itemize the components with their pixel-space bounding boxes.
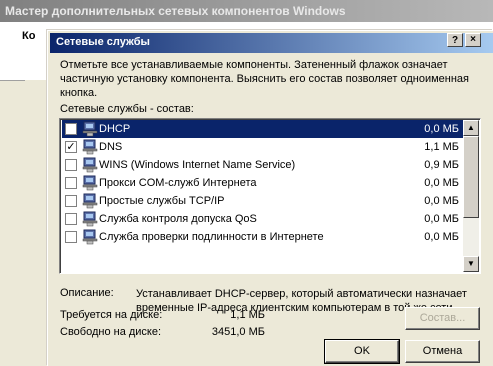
component-checkbox[interactable] — [65, 177, 77, 189]
network-service-icon — [82, 193, 98, 209]
outer-window-heading: Ко — [22, 30, 36, 42]
component-row[interactable]: ✓ DNS 1,1 МБ — [62, 138, 465, 156]
components-listbox[interactable]: DHCP 0,0 МБ ✓ DNS 1,1 МБ WINS (Windows Intern… — [59, 118, 481, 274]
component-checkbox[interactable] — [65, 123, 77, 135]
network-service-icon — [82, 139, 98, 155]
component-size: 0,0 МБ — [424, 231, 459, 243]
network-service-icon — [82, 211, 98, 227]
component-size: 0,0 МБ — [424, 123, 459, 135]
component-checkbox[interactable] — [65, 213, 77, 225]
disk-free-value: 3451,0 МБ — [211, 326, 265, 338]
help-button[interactable]: ? — [447, 33, 463, 47]
scroll-up-button[interactable]: ▲ — [463, 120, 479, 136]
component-name: DHCP — [99, 123, 131, 135]
outer-divider — [0, 80, 25, 81]
component-row[interactable]: Служба проверки подлинности в Интернете 0… — [62, 228, 465, 246]
component-name: Служба контроля допуска QoS — [99, 213, 257, 225]
component-checkbox[interactable] — [65, 159, 77, 171]
component-row[interactable]: WINS (Windows Internet Name Service) 0,9 … — [62, 156, 465, 174]
component-size: 0,0 МБ — [424, 177, 459, 189]
component-size: 0,9 МБ — [424, 159, 459, 171]
component-name: Прокси COM-служб Интернета — [99, 177, 257, 189]
dialog-titlebar: Сетевые службы — [50, 33, 493, 53]
scroll-thumb[interactable] — [463, 136, 479, 218]
ok-button[interactable]: OK — [324, 339, 400, 364]
network-service-icon — [82, 175, 98, 191]
component-size: 1,1 МБ — [424, 141, 459, 153]
network-service-icon — [82, 229, 98, 245]
scroll-down-button[interactable]: ▼ — [463, 256, 479, 272]
dialog-title: Сетевые службы — [56, 36, 150, 48]
component-name: Служба проверки подлинности в Интернете — [99, 231, 324, 243]
disk-required-label: Требуется на диске: — [60, 309, 163, 321]
components-list-label: Сетевые службы - состав: — [60, 103, 194, 115]
cancel-button[interactable]: Отмена — [405, 340, 480, 363]
component-checkbox[interactable] — [65, 195, 77, 207]
component-row[interactable]: Простые службы TCP/IP 0,0 МБ — [62, 192, 465, 210]
network-services-dialog: Сетевые службы ? × Отметьте все устанавл… — [47, 30, 493, 366]
disk-required-value: 1,1 МБ — [230, 309, 265, 321]
component-name: WINS (Windows Internet Name Service) — [99, 159, 296, 171]
component-row[interactable]: Прокси COM-служб Интернета 0,0 МБ — [62, 174, 465, 192]
disk-free-label: Свободно на диске: — [60, 326, 162, 338]
outer-window-title: Мастер дополнительных сетевых компоненто… — [0, 0, 493, 22]
component-name: DNS — [99, 141, 123, 153]
component-checkbox[interactable]: ✓ — [65, 141, 77, 153]
component-name: Простые службы TCP/IP — [99, 195, 225, 207]
vertical-scrollbar[interactable]: ▲ ▼ — [463, 120, 479, 272]
component-row[interactable]: Служба контроля допуска QoS 0,0 МБ — [62, 210, 465, 228]
instructions-text: Отметьте все устанавливаемые компоненты.… — [60, 59, 470, 99]
network-service-icon — [82, 157, 98, 173]
network-service-icon — [82, 121, 98, 137]
details-button[interactable]: Состав... — [405, 307, 480, 330]
component-row[interactable]: DHCP 0,0 МБ — [62, 120, 465, 138]
close-button[interactable]: × — [465, 33, 481, 47]
component-checkbox[interactable] — [65, 231, 77, 243]
component-size: 0,0 МБ — [424, 195, 459, 207]
description-label: Описание: — [60, 287, 114, 299]
component-size: 0,0 МБ — [424, 213, 459, 225]
